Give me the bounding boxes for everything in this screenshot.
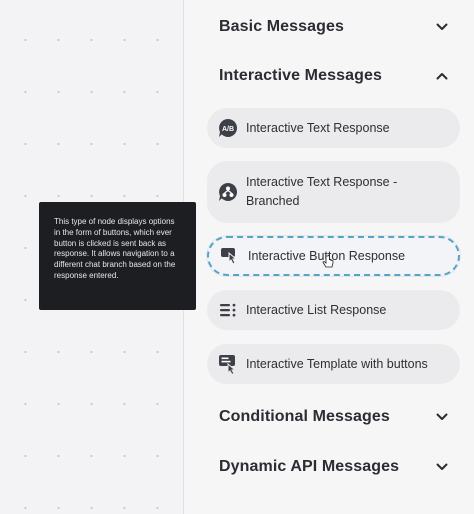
svg-text:A/B: A/B xyxy=(222,126,234,133)
section-basic-messages[interactable]: Basic Messages xyxy=(219,12,449,42)
hand-cursor-icon xyxy=(322,254,334,269)
list-icon xyxy=(217,299,239,321)
palette-item-interactive-list-response[interactable]: Interactive List Response xyxy=(207,290,460,330)
palette-item-interactive-text-response[interactable]: A/B Interactive Text Response xyxy=(207,108,460,148)
chevron-up-icon xyxy=(435,69,449,83)
section-title: Interactive Messages xyxy=(219,67,382,84)
section-conditional-messages[interactable]: Conditional Messages xyxy=(219,402,449,432)
section-title: Basic Messages xyxy=(219,18,345,35)
template-icon xyxy=(217,353,239,375)
ab-bubble-icon: A/B xyxy=(217,117,239,139)
node-description-tooltip: This type of node displays options in th… xyxy=(39,202,196,310)
branch-bubble-icon xyxy=(217,181,239,203)
section-interactive-messages[interactable]: Interactive Messages xyxy=(219,61,449,91)
palette-item-interactive-text-response-branched[interactable]: Interactive Text Response - Branched xyxy=(207,161,460,223)
item-label: Interactive Template with buttons xyxy=(246,356,428,371)
item-label: Interactive Text Response - Branched xyxy=(246,175,398,208)
button-tap-icon xyxy=(219,245,241,267)
chevron-down-icon xyxy=(435,410,449,424)
section-title: Conditional Messages xyxy=(219,408,390,425)
chevron-down-icon xyxy=(435,460,449,474)
section-title: Dynamic API Messages xyxy=(219,458,400,475)
item-label: Interactive List Response xyxy=(246,302,387,317)
tooltip-text: This type of node displays options in th… xyxy=(54,217,176,280)
chevron-down-icon xyxy=(435,20,449,34)
item-label: Interactive Text Response xyxy=(246,120,390,135)
palette-item-interactive-template-with-buttons[interactable]: Interactive Template with buttons xyxy=(207,344,460,384)
section-dynamic-api-messages[interactable]: Dynamic API Messages xyxy=(219,452,449,482)
